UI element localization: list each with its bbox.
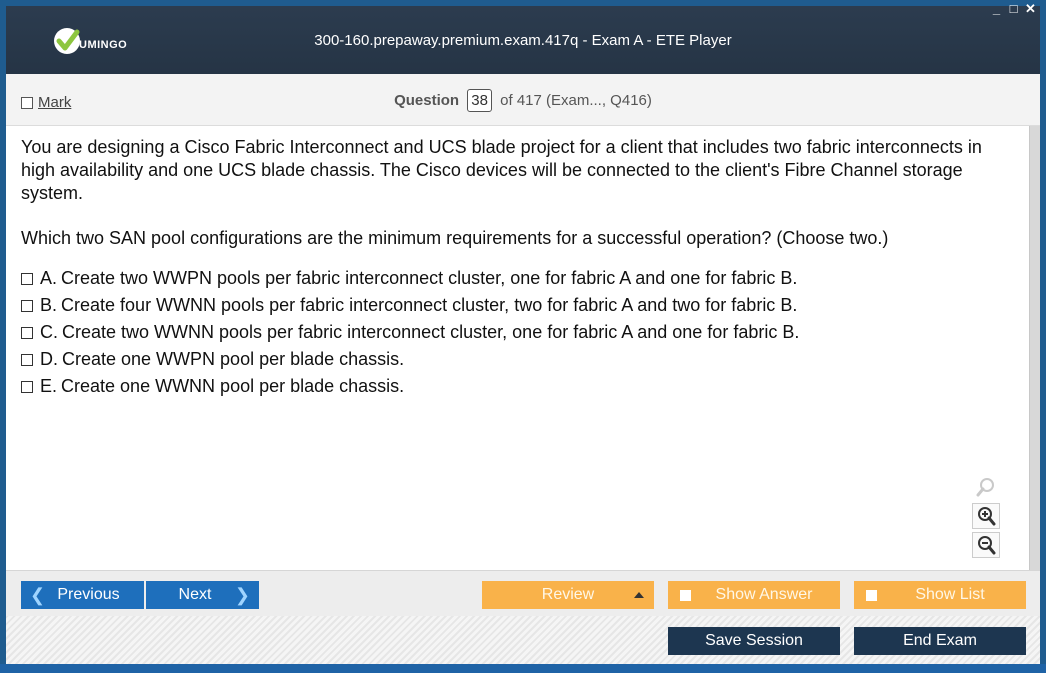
- answer-text: Create two WWNN pools per fabric interco…: [62, 322, 800, 342]
- window-title: 300-160.prepaway.premium.exam.417q - Exa…: [314, 32, 732, 49]
- answer-option-e[interactable]: E. Create one WWNN pool per blade chassi…: [21, 373, 799, 400]
- question-content: You are designing a Cisco Fabric Interco…: [6, 126, 1040, 570]
- review-label: Review: [541, 586, 595, 603]
- question-text: You are designing a Cisco Fabric Interco…: [21, 137, 982, 203]
- title-bar: UMINGO 300-160.prepaway.premium.exam.417…: [6, 1, 1040, 74]
- session-bar: Save Session End Exam: [6, 616, 1040, 666]
- answer-letter: A.: [40, 268, 58, 288]
- answer-checkbox[interactable]: [21, 272, 33, 285]
- end-exam-button[interactable]: End Exam: [854, 627, 1026, 655]
- answer-text: Create one WWPN pool per blade chassis.: [62, 349, 405, 369]
- answer-letter: E.: [40, 376, 58, 396]
- answer-checkbox[interactable]: [21, 299, 33, 312]
- question-label: Question: [394, 92, 460, 109]
- show-answer-checkbox[interactable]: [680, 589, 691, 601]
- show-answer-label: Show Answer: [715, 586, 813, 603]
- answer-option-a[interactable]: A. Create two WWPN pools per fabric inte…: [21, 265, 799, 292]
- previous-label: Previous: [57, 586, 120, 603]
- next-label: Next: [178, 586, 212, 603]
- window-controls: _ □ ✕: [991, 1, 1036, 17]
- answer-text: Create two WWPN pools per fabric interco…: [61, 268, 798, 288]
- answer-option-c[interactable]: C. Create two WWNN pools per fabric inte…: [21, 319, 799, 346]
- navigation-bar: ❮ Previous Next ❯ Review Show Answer Sho…: [6, 570, 1040, 616]
- caret-up-icon: [634, 592, 644, 598]
- zoom-controls: [972, 474, 1002, 561]
- show-answer-button[interactable]: Show Answer: [668, 581, 840, 609]
- next-button[interactable]: Next ❯: [144, 581, 259, 609]
- answer-option-d[interactable]: D. Create one WWPN pool per blade chassi…: [21, 346, 799, 373]
- answer-checkbox[interactable]: [21, 380, 33, 393]
- answer-text: Create four WWNN pools per fabric interc…: [61, 295, 798, 315]
- zoom-out-icon[interactable]: [972, 532, 1000, 558]
- answer-checkbox[interactable]: [21, 326, 33, 339]
- review-button[interactable]: Review: [482, 581, 654, 609]
- answer-letter: C.: [40, 322, 58, 342]
- vertical-scrollbar[interactable]: [1029, 126, 1040, 570]
- show-list-checkbox[interactable]: [866, 589, 877, 601]
- question-number-input[interactable]: 38: [467, 89, 492, 112]
- question-header: Mark Question 38 of 417 (Exam..., Q416): [6, 74, 1040, 126]
- answer-checkbox[interactable]: [21, 353, 33, 366]
- show-list-label: Show List: [915, 586, 985, 603]
- chevron-right-icon: ❯: [234, 584, 250, 605]
- answer-text: Create one WWNN pool per blade chassis.: [61, 376, 405, 396]
- question-of-label: of 417 (Exam..., Q416): [500, 92, 652, 109]
- minimize-button[interactable]: _: [991, 1, 1002, 17]
- answer-list: A. Create two WWPN pools per fabric inte…: [21, 265, 799, 400]
- app-window: UMINGO 300-160.prepaway.premium.exam.417…: [0, 0, 1046, 673]
- previous-button[interactable]: ❮ Previous: [21, 581, 144, 609]
- answer-option-b[interactable]: B. Create four WWNN pools per fabric int…: [21, 292, 799, 319]
- answer-letter: B.: [40, 295, 58, 315]
- zoom-reset-icon[interactable]: [972, 474, 1000, 500]
- answer-letter: D.: [40, 349, 58, 369]
- close-button[interactable]: ✕: [1025, 1, 1036, 17]
- question-navigator: Question 38 of 417 (Exam..., Q416): [6, 89, 1040, 112]
- window-bottom-border: [0, 664, 1046, 673]
- maximize-button[interactable]: □: [1008, 1, 1019, 17]
- save-session-button[interactable]: Save Session: [668, 627, 840, 655]
- question-prompt: Which two SAN pool configurations are th…: [21, 228, 889, 248]
- show-list-button[interactable]: Show List: [854, 581, 1026, 609]
- chevron-left-icon: ❮: [30, 584, 46, 605]
- zoom-in-icon[interactable]: [972, 503, 1000, 529]
